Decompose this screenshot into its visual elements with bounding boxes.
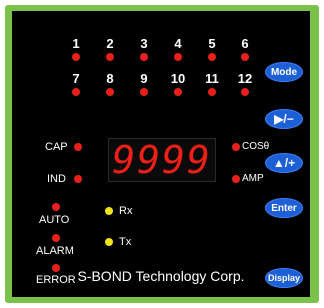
rx-label: Rx <box>119 205 133 217</box>
channel-10-led <box>174 88 182 96</box>
channel-6-number: 6 <box>241 36 249 51</box>
channel-2-led <box>106 53 114 61</box>
display-value: 9999 <box>112 138 212 182</box>
channel-8-led <box>106 88 114 96</box>
channel-12-led <box>241 88 249 96</box>
channel-5-led <box>208 53 216 61</box>
channel-1-number: 1 <box>72 36 80 51</box>
channel-3-number: 3 <box>140 36 148 51</box>
up-plus-button[interactable]: ▲/+ <box>265 153 303 173</box>
channel-6-led <box>241 53 249 61</box>
amp-led <box>232 175 240 183</box>
tx-led <box>105 238 113 246</box>
control-panel: 1 2 3 4 5 6 7 8 9 10 11 12 Mode ▶/− ▲/+ … <box>12 11 310 297</box>
channel-5-number: 5 <box>208 36 216 51</box>
channel-3-led <box>140 53 148 61</box>
cap-led <box>74 143 82 151</box>
alarm-led <box>52 234 60 242</box>
channel-8-number: 8 <box>106 71 114 86</box>
cos-label: COSθ <box>242 141 270 152</box>
ind-label: IND <box>47 173 66 185</box>
cap-label: CAP <box>45 141 68 153</box>
channel-9-led <box>140 88 148 96</box>
channel-11-number: 11 <box>205 71 219 86</box>
device-frame: 1 2 3 4 5 6 7 8 9 10 11 12 Mode ▶/− ▲/+ … <box>5 5 319 303</box>
channel-1-led <box>72 53 80 61</box>
cos-led <box>232 143 240 151</box>
tx-label: Tx <box>119 236 132 248</box>
channel-2-number: 2 <box>106 36 114 51</box>
channel-9-number: 9 <box>140 71 148 86</box>
channel-7-number: 7 <box>72 71 80 86</box>
channel-7-led <box>72 88 80 96</box>
play-minus-button[interactable]: ▶/− <box>265 109 303 129</box>
seven-segment-display: 9999 <box>108 138 216 182</box>
mode-button[interactable]: Mode <box>265 62 303 82</box>
channel-11-led <box>208 88 216 96</box>
channel-12-number: 12 <box>237 71 253 86</box>
auto-label: AUTO <box>39 214 70 226</box>
enter-button[interactable]: Enter <box>265 198 303 218</box>
company-name: S-BOND Technology Corp. <box>77 268 245 284</box>
alarm-label: ALARM <box>36 245 74 257</box>
amp-label: AMP <box>242 173 264 184</box>
channel-10-number: 10 <box>170 71 186 86</box>
channel-4-led <box>174 53 182 61</box>
auto-led <box>52 203 60 211</box>
rx-led <box>105 207 113 215</box>
channel-4-number: 4 <box>174 36 182 51</box>
ind-led <box>74 175 82 183</box>
